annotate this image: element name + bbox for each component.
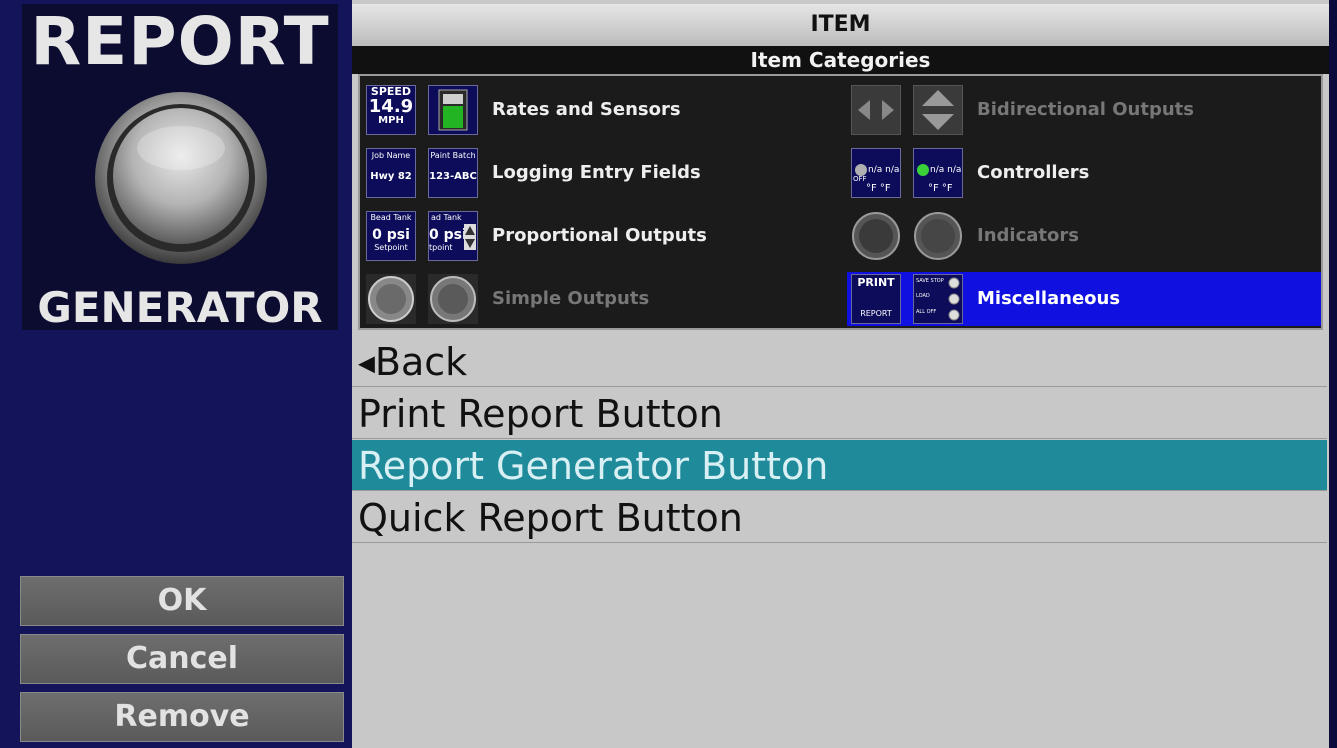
category-simple-outputs[interactable]: Simple Outputs [362,272,836,326]
controller-b-unit: °F °F [928,183,953,194]
category-label: Rates and Sensors [492,99,681,120]
preview-title-line2: GENERATOR [37,283,323,332]
category-grid: SPEED 14.9 MPH Rates and Sensors Bidirec… [358,74,1323,330]
controller-off-icon: n/a n/a OFF °F °F [851,148,901,198]
category-label: Indicators [977,225,1079,246]
job-name-field-icon: Job Name Hwy 82 [366,148,416,198]
quick-report-icon: SAVE STOP LOAD ALL OFF [913,274,963,324]
category-label: Bidirectional Outputs [977,99,1194,120]
paint-batch-caption: Paint Batch [430,151,476,160]
controller-b-value: n/a n/a [930,165,962,175]
controller-a-value: n/a n/a [868,165,900,175]
bead-tank-value: 0 psi [372,227,410,243]
category-indicators[interactable]: Indicators [847,209,1321,263]
bead-tank-stepper-icon: ad Tank 0 psi tpoint [428,211,478,261]
controller-on-icon: n/a n/a °F °F [913,148,963,198]
job-name-caption: Job Name [371,151,411,160]
bead-tank-caption: Bead Tank [370,213,412,222]
back-row[interactable]: ◀Back [352,336,1327,387]
print-report-icon: PRINT REPORT [851,274,901,324]
round-button-icon [428,274,478,324]
cancel-button[interactable]: Cancel [20,634,344,684]
paint-batch-field-icon: Paint Batch 123-ABC [428,148,478,198]
up-down-arrows-icon [913,85,963,135]
print-icon-label: PRINT [857,276,895,289]
category-proportional-outputs[interactable]: Bead Tank 0 psi Setpoint ad Tank 0 psi t… [362,209,836,263]
category-bidirectional-outputs[interactable]: Bidirectional Outputs [847,83,1321,137]
quick-report-row-1: SAVE STOP [916,278,944,284]
job-name-value: Hwy 82 [370,171,412,182]
category-logging-entry-fields[interactable]: Job Name Hwy 82 Paint Batch 123-ABC Logg… [362,146,836,200]
round-button-icon [95,92,267,264]
category-label: Controllers [977,162,1090,183]
category-label: Logging Entry Fields [492,162,701,183]
list-item[interactable]: Report Generator Button [352,440,1327,491]
left-panel: REPORT GENERATOR OK Cancel Remove [0,0,352,748]
quick-report-row-2: LOAD [916,293,930,299]
speed-readout-icon: SPEED 14.9 MPH [366,85,416,135]
list-item[interactable]: Print Report Button [352,388,1327,439]
indicator-light-icon [851,211,901,261]
category-rates-and-sensors[interactable]: SPEED 14.9 MPH Rates and Sensors [362,83,836,137]
list-item[interactable]: Quick Report Button [352,492,1327,543]
back-label: Back [374,340,468,384]
category-label: Simple Outputs [492,288,650,309]
speed-icon-value: 14.9 [368,96,414,117]
item-list: ◀Back Print Report Button Report Generat… [352,336,1329,744]
category-label: Miscellaneous [977,288,1121,309]
item-header: ITEM [352,4,1329,46]
left-right-arrows-icon [851,85,901,135]
item-preview: REPORT GENERATOR [22,3,338,332]
quick-report-row-3: ALL OFF [916,309,937,315]
category-controllers[interactable]: n/a n/a OFF °F °F n/a n/a °F °F Controll… [847,146,1321,200]
bead-tank-setpoint-label: Setpoint [374,243,408,252]
ok-button[interactable]: OK [20,576,344,626]
item-categories-header: Item Categories [352,46,1329,74]
category-label: Proportional Outputs [492,225,707,246]
preview-title-line1: REPORT [30,3,330,80]
report-icon-label: REPORT [860,309,892,318]
indicator-light-icon [913,211,963,261]
bead-tank-setpoint-icon: Bead Tank 0 psi Setpoint [366,211,416,261]
round-button-icon [366,274,416,324]
controller-a-status: OFF [853,175,867,183]
right-panel: ITEM Item Categories SPEED 14.9 MPH Rate… [352,0,1329,748]
triangle-left-icon: ◀ [358,351,375,377]
remove-button[interactable]: Remove [20,692,344,742]
level-gauge-icon [428,85,478,135]
speed-icon-unit: MPH [378,115,404,126]
paint-batch-value: 123-ABC [429,171,477,182]
stepper-arrows-icon [464,224,476,250]
category-miscellaneous[interactable]: PRINT REPORT SAVE STOP LOAD ALL OFF Misc… [847,272,1321,326]
controller-a-unit: °F °F [866,183,891,194]
bead-tank-b-caption: ad Tank [431,213,462,222]
